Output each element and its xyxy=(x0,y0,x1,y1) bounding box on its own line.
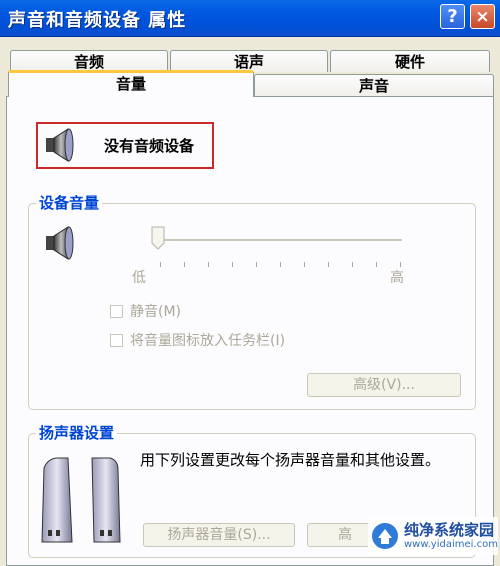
tab-audio[interactable]: 音频 xyxy=(10,50,168,72)
slider-tick xyxy=(184,262,185,267)
tab-hardware[interactable]: 硬件 xyxy=(330,50,490,72)
volume-slider-track[interactable] xyxy=(155,239,402,242)
slider-tick xyxy=(160,262,161,267)
tab-sounds[interactable]: 声音 xyxy=(254,74,494,96)
taskbar-icon-checkbox[interactable] xyxy=(110,333,123,347)
no-device-label: 没有音频设备 xyxy=(104,137,195,155)
volume-slider-thumb[interactable] xyxy=(151,226,165,250)
slider-tick xyxy=(208,262,209,267)
slider-tick xyxy=(232,262,233,267)
slider-tick xyxy=(304,262,305,267)
slider-tick xyxy=(280,262,281,267)
taskbar-icon-label: 将音量图标放入任务栏(I) xyxy=(130,333,286,349)
title-bar: 声音和音频设备 属性 ? × xyxy=(0,0,500,37)
help-button[interactable]: ? xyxy=(440,4,465,29)
speaker-settings-legend: 扬声器设置 xyxy=(36,422,118,443)
taskbar-checkbox-row[interactable]: 将音量图标放入任务栏(I) xyxy=(110,330,285,350)
watermark-title: 纯净系统家园 xyxy=(404,520,495,539)
tab-voice[interactable]: 语声 xyxy=(170,50,328,72)
tab-volume[interactable]: 音量 xyxy=(8,70,254,97)
speaker-icon xyxy=(46,226,74,260)
slider-tick xyxy=(352,262,353,267)
volume-slider-ticks xyxy=(160,262,401,267)
speakers-icon xyxy=(41,457,121,543)
mute-checkbox-row[interactable]: 静音(M) xyxy=(110,301,181,321)
device-volume-legend: 设备音量 xyxy=(36,192,103,213)
slider-tick xyxy=(256,262,257,267)
close-button[interactable]: × xyxy=(470,4,495,29)
slider-tick xyxy=(376,262,377,267)
mute-label: 静音(M) xyxy=(130,304,182,320)
speaker-volume-button[interactable]: 扬声器音量(S)... xyxy=(143,523,295,547)
slider-high-label: 高 xyxy=(390,270,404,286)
window-title: 声音和音频设备 属性 xyxy=(8,10,187,31)
mute-checkbox[interactable] xyxy=(110,304,123,318)
watermark-logo xyxy=(372,523,398,549)
speaker-settings-description: 用下列设置更改每个扬声器音量和其他设置。 xyxy=(140,451,441,469)
slider-low-label: 低 xyxy=(132,270,146,286)
watermark: 纯净系统家园 www.yidaimei.com xyxy=(368,517,498,555)
watermark-url: www.yidaimei.com xyxy=(404,538,498,550)
slider-tick xyxy=(328,262,329,267)
advanced-button[interactable]: 高级(V)... xyxy=(307,373,461,397)
speaker-icon xyxy=(46,128,74,162)
